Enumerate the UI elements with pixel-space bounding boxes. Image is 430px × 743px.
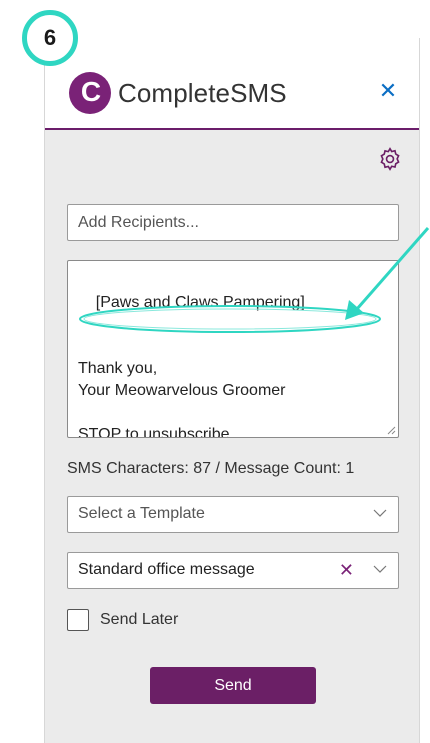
completesms-logo-icon: C [69,72,111,114]
message-textarea[interactable]: [Paws and Claws Pampering] Thank you, Yo… [67,260,399,438]
step-number-badge: 6 [22,10,78,66]
send-later-option: Send Later [67,609,178,631]
complete-sms-panel: C CompleteSMS ✕ [Paws and Claws Pamperin… [44,38,420,743]
logo-letter: C [80,76,102,107]
gear-icon[interactable] [377,146,403,172]
office-message-value: Standard office message [78,561,255,578]
send-button[interactable]: Send [150,667,316,704]
panel-header: C CompleteSMS ✕ [45,38,419,130]
send-later-checkbox[interactable] [67,609,89,631]
step-number: 6 [43,25,57,50]
chevron-down-icon [373,509,387,517]
message-text: [Paws and Claws Pampering] Thank you, Yo… [78,294,305,438]
clear-selection-icon[interactable]: ✕ [339,559,354,581]
app-title: CompleteSMS [118,78,287,108]
add-recipients-input[interactable] [67,204,399,241]
resize-grip-icon[interactable] [386,425,396,435]
sms-character-count: SMS Characters: 87 / Message Count: 1 [67,460,355,477]
chevron-down-icon [373,565,387,573]
send-later-label: Send Later [100,611,179,628]
office-message-select[interactable]: Standard office message ✕ [67,552,399,589]
template-select-placeholder: Select a Template [78,505,205,522]
close-icon[interactable]: ✕ [377,80,399,102]
template-select[interactable]: Select a Template [67,496,399,533]
